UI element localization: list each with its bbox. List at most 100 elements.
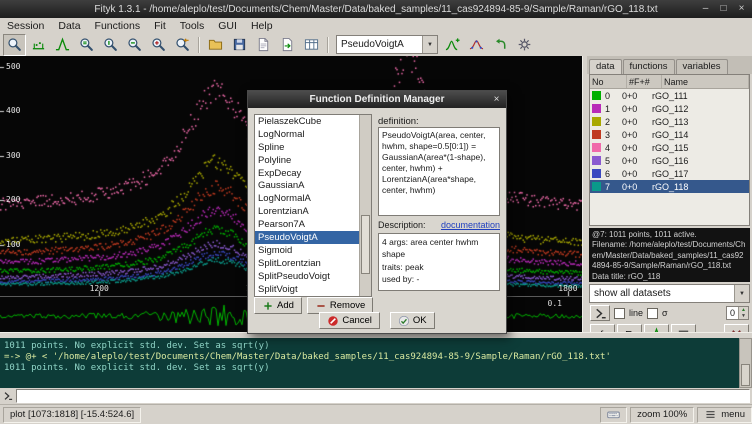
function-item[interactable]: Sigmoid	[255, 244, 360, 257]
definition-textarea[interactable]: PseudoVoigtA(area, center, hwhm, shape=0…	[378, 127, 500, 216]
menu-help[interactable]: Help	[244, 20, 280, 32]
maximize-button[interactable]: □	[716, 2, 731, 15]
dataset-name: rGO_111	[652, 91, 749, 101]
dataset-ff: 0+0	[622, 130, 652, 140]
menu-data[interactable]: Data	[51, 20, 87, 32]
y-tick-label: 300	[6, 151, 20, 160]
zoom-previous-button[interactable]	[171, 34, 194, 56]
status-menu-button[interactable]: menu	[697, 407, 752, 423]
line-checkbox[interactable]	[614, 308, 625, 319]
toolbar-separator	[327, 37, 329, 53]
documentation-link[interactable]: documentation	[441, 220, 500, 230]
menu-gui[interactable]: GUI	[211, 20, 244, 32]
plus-icon	[262, 300, 274, 312]
dataset-row[interactable]: 00+0rGO_111	[590, 89, 749, 102]
sigma-checkbox[interactable]	[647, 308, 658, 319]
function-item[interactable]: SplitVoigt	[255, 283, 360, 296]
zoom-in-button[interactable]	[147, 34, 170, 56]
function-item[interactable]: PielaszekCube	[255, 115, 360, 128]
dataset-no: 3	[605, 130, 622, 140]
menu-session[interactable]: Session	[0, 20, 51, 32]
menu-icon	[704, 408, 717, 421]
load-data-button[interactable]	[204, 34, 227, 56]
data-editor-button[interactable]	[300, 34, 323, 56]
tab-variables[interactable]: variables	[676, 59, 728, 74]
dialog-title: Function Definition Manager	[310, 94, 445, 105]
function-item[interactable]: SplitLorentzian	[255, 257, 360, 270]
fit-button[interactable]	[465, 34, 488, 56]
function-item[interactable]: Spline	[255, 141, 360, 154]
status-zoom[interactable]: zoom 100%	[630, 407, 694, 423]
dataset-row[interactable]: 20+0rGO_113	[590, 115, 749, 128]
console-line: 1011 points. No explicit std. dev. Set a…	[4, 341, 735, 352]
column-header-no[interactable]: No	[590, 75, 627, 88]
column-header-funcs[interactable]: #F+#	[627, 75, 662, 88]
ok-button[interactable]: OK	[390, 312, 435, 329]
function-item[interactable]: Pearson7A	[255, 218, 360, 231]
menu-functions[interactable]: Functions	[88, 20, 148, 32]
function-list-scrollbar[interactable]	[359, 115, 371, 296]
function-type-select[interactable]: PseudoVoigtA ▼	[336, 35, 438, 54]
dataset-ff: 0+0	[622, 117, 652, 127]
cancel-icon	[327, 315, 339, 327]
console-scrollbar-thumb[interactable]	[741, 364, 750, 386]
function-item[interactable]: PseudoVoigtA	[255, 231, 360, 244]
datasets-filter-value: show all datasets	[594, 288, 734, 299]
minimize-button[interactable]: –	[698, 2, 713, 15]
command-input[interactable]	[16, 389, 750, 403]
dataset-row[interactable]: 50+0rGO_116	[590, 154, 749, 167]
tab-data[interactable]: data	[589, 59, 622, 74]
function-item[interactable]: LogNormal	[255, 128, 360, 141]
keyboard-icon	[600, 407, 627, 423]
dataset-color-swatch	[592, 91, 601, 100]
prompt-icon	[2, 390, 14, 402]
function-item[interactable]: SplitPseudoVoigt	[255, 270, 360, 283]
cancel-button[interactable]: Cancel	[319, 312, 380, 329]
auto-add-peak-button[interactable]	[441, 34, 464, 56]
dataset-row[interactable]: 40+0rGO_115	[590, 141, 749, 154]
dialog-buttons: Cancel OK	[248, 312, 506, 329]
datasets-filter-select[interactable]: show all datasets ▼	[589, 284, 750, 303]
dialog-titlebar[interactable]: Function Definition Manager ×	[248, 91, 506, 108]
function-list: PielaszekCubeLogNormalSplinePolylineExpD…	[254, 114, 372, 297]
sigma-checkbox-label: σ	[662, 308, 668, 318]
toolbar: PseudoVoigtA ▼	[0, 33, 752, 57]
undo-fit-button[interactable]	[489, 34, 512, 56]
function-item[interactable]: LogNormalA	[255, 192, 360, 205]
dataset-color-swatch	[592, 169, 601, 178]
menu-fit[interactable]: Fit	[147, 20, 173, 32]
dataset-row[interactable]: 70+0rGO_118	[590, 180, 749, 193]
function-item[interactable]: LorentzianA	[255, 205, 360, 218]
dataset-row[interactable]: 60+0rGO_117	[590, 167, 749, 180]
zoom-vertical-button[interactable]	[99, 34, 122, 56]
select-mode-button[interactable]	[3, 34, 26, 56]
data-options-button[interactable]	[590, 305, 610, 321]
function-details: 4 args: area center hwhm shape traits: p…	[378, 233, 500, 291]
dataset-row[interactable]: 10+0rGO_112	[590, 102, 749, 115]
execute-script-button[interactable]	[252, 34, 275, 56]
dataset-row[interactable]: 30+0rGO_114	[590, 128, 749, 141]
spinner-down-button[interactable]: ▼	[739, 313, 748, 319]
point-size-spinner[interactable]: 0 ▲ ▼	[726, 306, 749, 320]
data-range-mode-button[interactable]	[27, 34, 50, 56]
console-scrollbar[interactable]	[739, 338, 752, 388]
settings-button[interactable]	[513, 34, 536, 56]
function-item[interactable]: Polyline	[255, 154, 360, 167]
menu-tools[interactable]: Tools	[173, 20, 212, 32]
function-list-scrollbar-thumb[interactable]	[361, 215, 370, 275]
function-item[interactable]: GaussianA	[255, 179, 360, 192]
close-button[interactable]: ×	[734, 2, 749, 15]
export-data-button[interactable]	[276, 34, 299, 56]
window-title: Fityk 1.3.1 - /home/aleplo/test/Document…	[0, 4, 752, 15]
column-header-name[interactable]: Name	[662, 75, 749, 88]
zoom-all-button[interactable]	[75, 34, 98, 56]
function-item[interactable]: ExpDecay	[255, 167, 360, 180]
tab-functions[interactable]: functions	[623, 59, 675, 74]
zoom-horizontal-button[interactable]	[123, 34, 146, 56]
dialog-close-button[interactable]: ×	[490, 93, 503, 106]
dataset-no: 5	[605, 156, 622, 166]
save-session-button[interactable]	[228, 34, 251, 56]
add-peak-mode-button[interactable]	[51, 34, 74, 56]
dataset-color-swatch	[592, 130, 601, 139]
dataset-color-swatch	[592, 104, 601, 113]
